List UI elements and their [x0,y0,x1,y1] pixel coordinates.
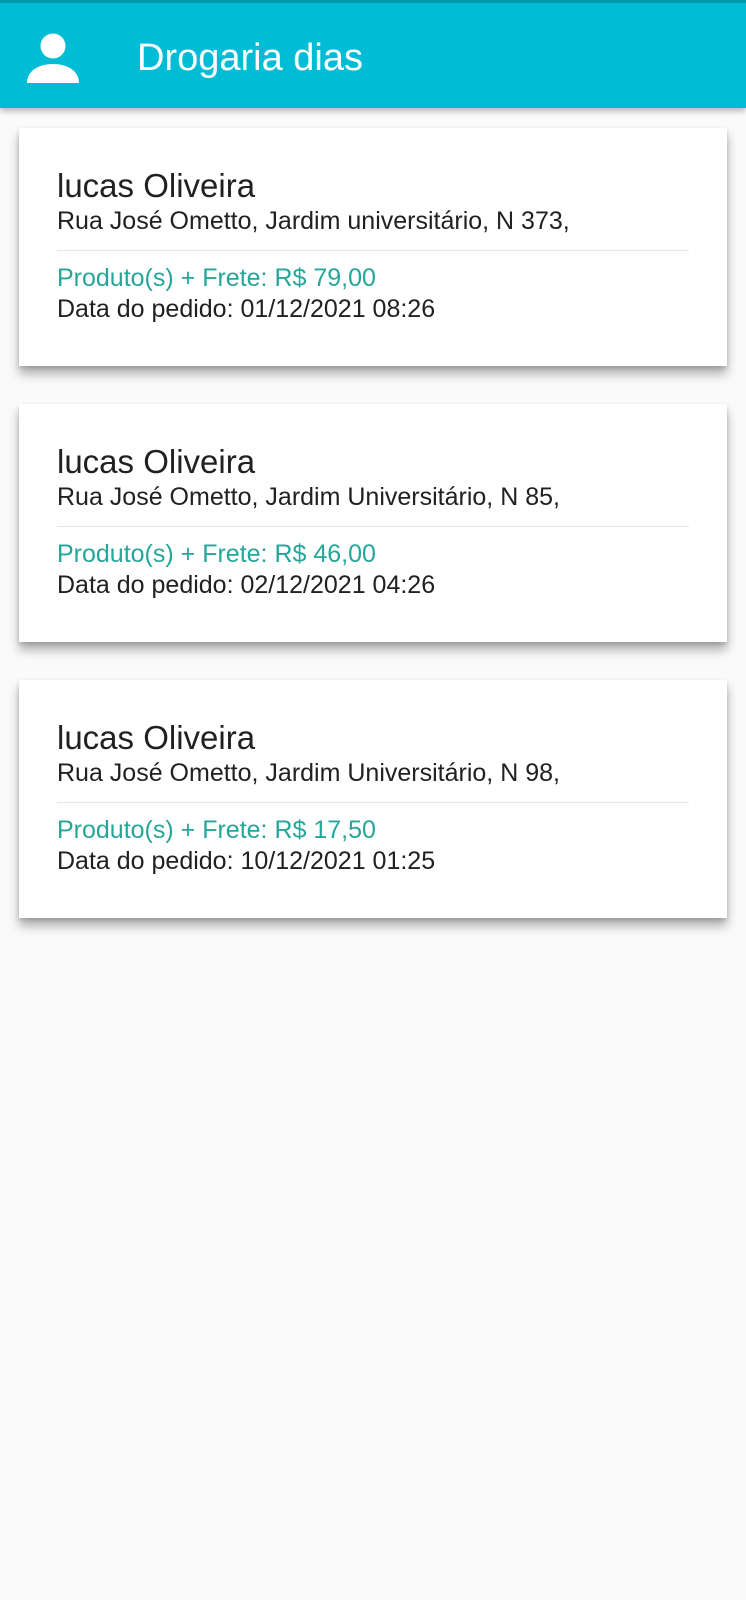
divider [57,250,689,251]
customer-name: lucas Oliveira [57,167,256,204]
order-card[interactable]: lucas Oliveira Rua José Ometto, Jardim u… [19,128,727,366]
order-total: Produto(s) + Frete: R$ 17,50 [57,816,376,844]
order-card[interactable]: lucas Oliveira Rua José Ometto, Jardim U… [19,680,727,918]
order-list: lucas Oliveira Rua José Ometto, Jardim u… [19,128,727,956]
app-bar: Drogaria dias [0,0,746,108]
order-card[interactable]: lucas Oliveira Rua José Ometto, Jardim U… [19,404,727,642]
order-total: Produto(s) + Frete: R$ 46,00 [57,540,376,568]
person-icon [27,33,79,83]
order-date: Data do pedido: 02/12/2021 04:26 [57,571,436,599]
profile-button[interactable] [20,25,86,91]
delivery-address: Rua José Ometto, Jardim Universitário, N… [57,483,560,511]
delivery-address: Rua José Ometto, Jardim Universitário, N… [57,759,560,787]
customer-name: lucas Oliveira [57,443,256,480]
divider [57,802,689,803]
order-date: Data do pedido: 01/12/2021 08:26 [57,295,436,323]
order-date: Data do pedido: 10/12/2021 01:25 [57,847,436,875]
customer-name: lucas Oliveira [57,719,256,756]
app-title: Drogaria dias [137,37,363,79]
divider [57,526,689,527]
delivery-address: Rua José Ometto, Jardim universitário, N… [57,207,570,235]
order-total: Produto(s) + Frete: R$ 79,00 [57,264,376,292]
